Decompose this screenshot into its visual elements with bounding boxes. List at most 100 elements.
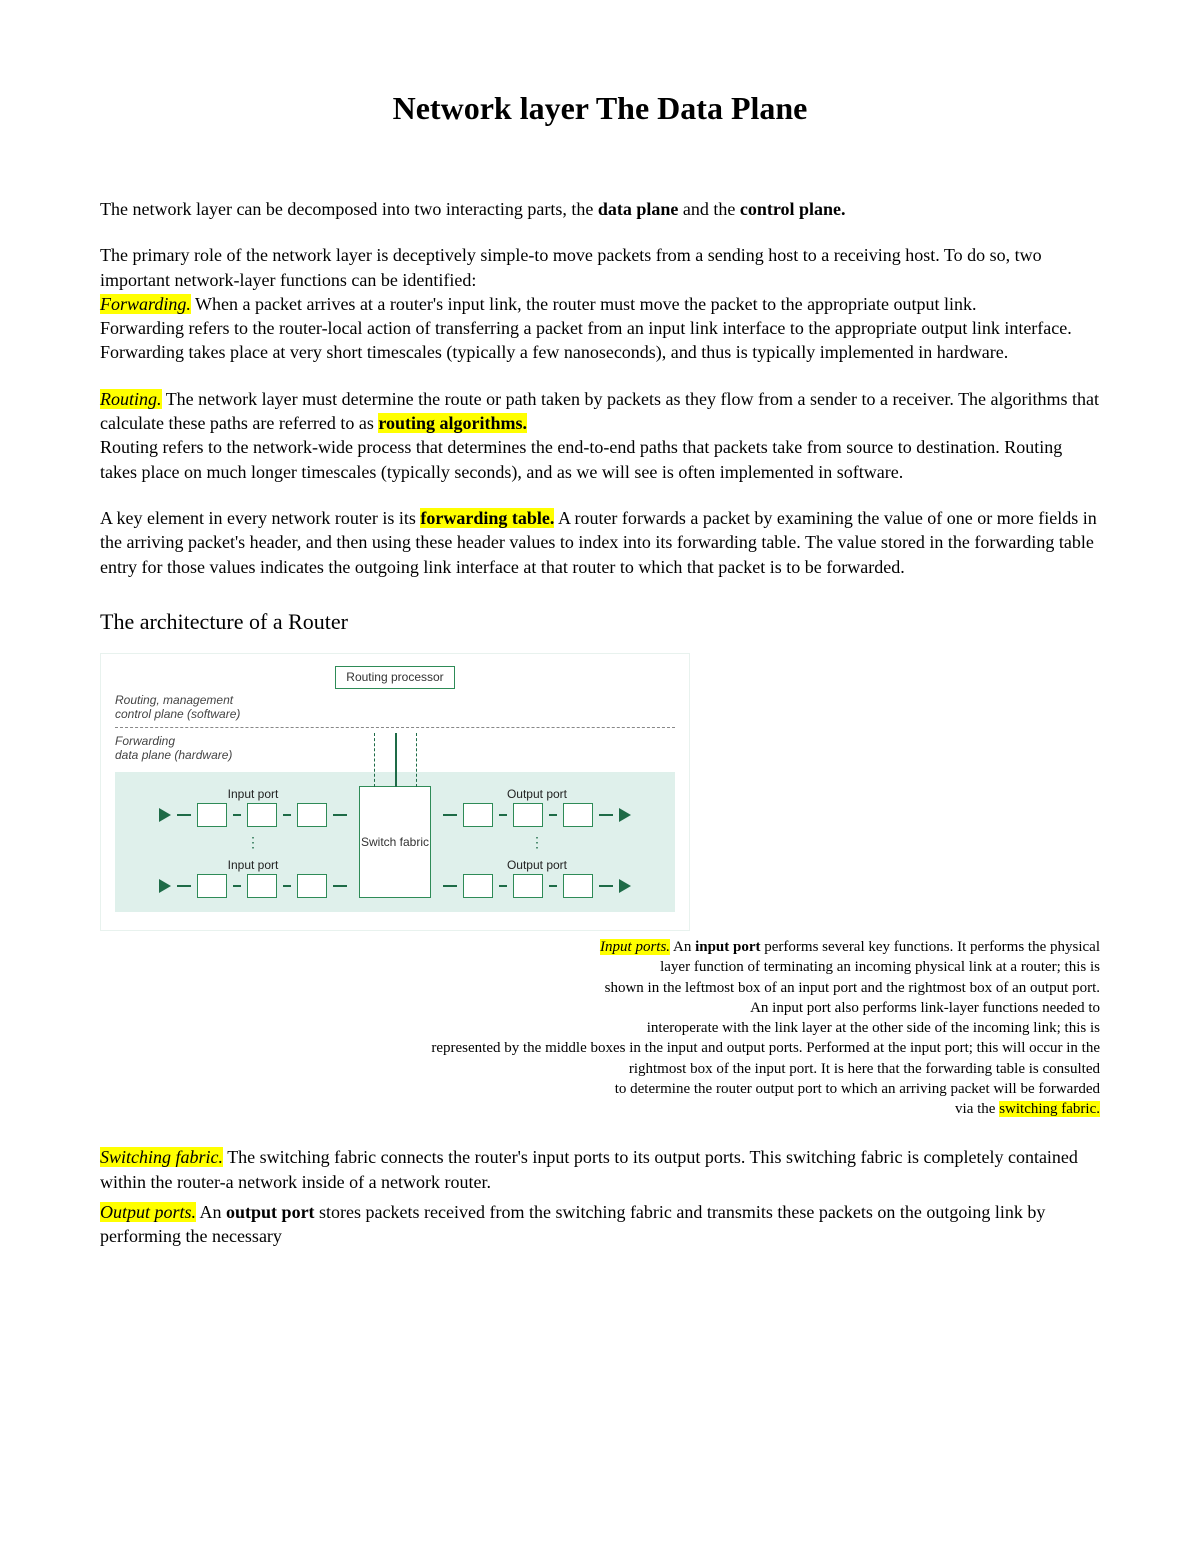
term-control-plane: control plane. (740, 199, 846, 219)
wire (333, 885, 347, 887)
output-ports-column: Output port ⋮ Output port (443, 787, 631, 898)
text: An (673, 939, 695, 955)
port-box (297, 874, 327, 898)
highlight-switching-fabric: switching fabric. (999, 1101, 1100, 1117)
switch-fabric-box: Switch fabric (359, 786, 431, 898)
text: Routing, management (115, 693, 233, 707)
wire (499, 814, 507, 816)
input-port-label: Input port (159, 858, 347, 872)
highlight-forwarding-table: forwarding table. (420, 508, 554, 528)
ellipsis-icon: ⋮ (246, 839, 260, 846)
port-box (197, 803, 227, 827)
text: via the (955, 1101, 999, 1117)
document-page: Network layer The Data Plane The network… (0, 0, 1200, 1330)
forwarding-paragraph: The primary role of the network layer is… (100, 243, 1100, 364)
wire (283, 885, 291, 887)
routing-processor-box: Routing processor (335, 666, 454, 689)
text: rightmost box of the input port. It is h… (100, 1059, 1100, 1079)
router-body: Input port ⋮ Input port (115, 772, 675, 912)
port-box (513, 874, 543, 898)
port-box (247, 874, 277, 898)
port-box (513, 803, 543, 827)
wire (443, 885, 457, 887)
text: The network layer must determine the rou… (100, 389, 1099, 433)
plane-divider (115, 727, 675, 728)
label: Switch fabric (361, 835, 429, 849)
port-box (463, 874, 493, 898)
text: Forwarding (115, 734, 175, 748)
text: to determine the router output port to w… (100, 1079, 1100, 1099)
output-port-row (443, 803, 631, 827)
highlight-input-ports: Input ports. (600, 939, 670, 955)
wire (233, 814, 241, 816)
port-box (197, 874, 227, 898)
text: Routing refers to the network-wide proce… (100, 437, 1062, 481)
arrow-icon (619, 879, 631, 893)
input-port-label: Input port (159, 787, 347, 801)
wire (443, 814, 457, 816)
input-port-row (159, 803, 347, 827)
text: control plane (software) (115, 707, 240, 721)
text: The primary role of the network layer is… (100, 245, 1042, 289)
wire (549, 814, 557, 816)
text: represented by the middle boxes in the i… (100, 1038, 1100, 1058)
highlight-forwarding: Forwarding. (100, 294, 191, 314)
port-box (297, 803, 327, 827)
wire (333, 814, 347, 816)
text: When a packet arrives at a router's inpu… (195, 294, 977, 314)
page-title: Network layer The Data Plane (100, 90, 1100, 127)
text: layer function of terminating an incomin… (100, 957, 1100, 977)
routing-paragraph: Routing. The network layer must determin… (100, 387, 1100, 484)
arrow-icon (159, 879, 171, 893)
port-box (563, 874, 593, 898)
port-box (247, 803, 277, 827)
wire (549, 885, 557, 887)
port-box (463, 803, 493, 827)
label: Routing processor (346, 671, 443, 684)
text: shown in the leftmost box of an input po… (100, 978, 1100, 998)
wire (599, 885, 613, 887)
output-port-label: Output port (443, 787, 631, 801)
control-plane-label: Routing, management control plane (softw… (115, 693, 675, 721)
input-ports-paragraph: Input ports. An input port performs seve… (100, 937, 1100, 1119)
term-input-port: input port (695, 939, 760, 955)
connector-line (395, 733, 397, 787)
text: A key element in every network router is… (100, 508, 420, 528)
connector-dashed (416, 733, 417, 787)
forwarding-table-paragraph: A key element in every network router is… (100, 506, 1100, 579)
text: The switching fabric connects the router… (100, 1147, 1078, 1191)
arrow-icon (159, 808, 171, 822)
text: An input port also performs link-layer f… (100, 998, 1100, 1018)
architecture-heading: The architecture of a Router (100, 609, 1100, 635)
connector-dashed (374, 733, 375, 787)
highlight-routing-algorithms: routing algorithms. (378, 413, 527, 433)
port-box (563, 803, 593, 827)
text: An (200, 1202, 227, 1222)
highlight-switching-fabric-label: Switching fabric. (100, 1147, 223, 1167)
text: data plane (hardware) (115, 748, 232, 762)
term-output-port: output port (226, 1202, 315, 1222)
text: interoperate with the link layer at the … (100, 1018, 1100, 1038)
wire (499, 885, 507, 887)
wire (177, 814, 191, 816)
text: Forwarding refers to the router-local ac… (100, 318, 1072, 362)
wire (233, 885, 241, 887)
text: The network layer can be decomposed into… (100, 199, 598, 219)
input-port-row (159, 874, 347, 898)
ellipsis-icon: ⋮ (530, 839, 544, 846)
switching-fabric-paragraph: Switching fabric. The switching fabric c… (100, 1145, 1100, 1194)
input-ports-column: Input port ⋮ Input port (159, 787, 347, 898)
highlight-output-ports: Output ports. (100, 1202, 196, 1222)
router-architecture-diagram: Routing processor Routing, management co… (100, 653, 690, 931)
output-ports-paragraph: Output ports. An output port stores pack… (100, 1200, 1100, 1249)
term-data-plane: data plane (598, 199, 679, 219)
wire (283, 814, 291, 816)
wire (599, 814, 613, 816)
highlight-routing: Routing. (100, 389, 162, 409)
wire (177, 885, 191, 887)
arrow-icon (619, 808, 631, 822)
text: and the (683, 199, 740, 219)
intro-paragraph: The network layer can be decomposed into… (100, 197, 1100, 221)
output-port-row (443, 874, 631, 898)
output-port-label: Output port (443, 858, 631, 872)
